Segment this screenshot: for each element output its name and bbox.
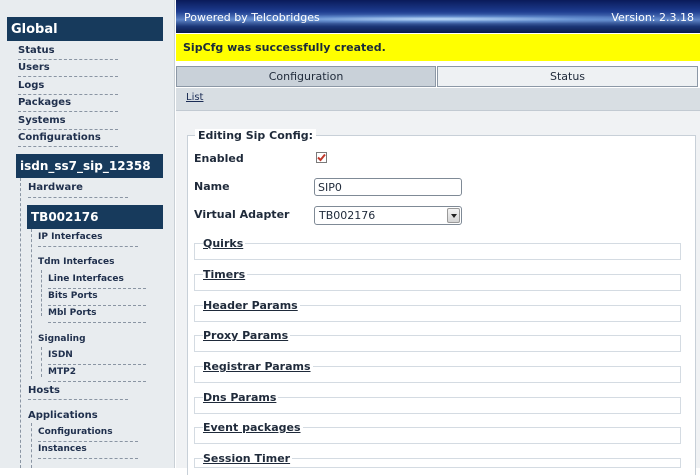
divider — [38, 441, 138, 442]
section-event-packages[interactable]: Event packages — [203, 421, 303, 434]
form-legend: Editing Sip Config: — [195, 129, 317, 142]
section-quirks[interactable]: Quirks — [203, 237, 246, 250]
chevron-down-icon[interactable] — [447, 208, 460, 223]
nav-signaling[interactable]: Signaling — [38, 334, 86, 344]
divider — [28, 399, 128, 400]
tree-line — [41, 270, 42, 316]
nav-applications[interactable]: Applications — [28, 410, 98, 421]
tree-line — [41, 347, 42, 377]
enabled-checkbox[interactable] — [316, 152, 327, 163]
section-timers[interactable]: Timers — [203, 268, 248, 281]
global-header: Global — [7, 17, 163, 41]
divider — [28, 197, 128, 198]
nav-status[interactable]: Status — [18, 45, 55, 56]
divider — [38, 246, 138, 247]
section-dns-params[interactable]: Dns Params — [203, 391, 279, 404]
tree-line — [20, 178, 21, 468]
divider — [18, 146, 118, 147]
tree-line — [31, 423, 32, 468]
nav-systems[interactable]: Systems — [18, 115, 66, 126]
version-text: Version: 2.3.18 — [611, 11, 694, 24]
nav-line-interfaces[interactable]: Line Interfaces — [48, 274, 124, 284]
divider — [48, 364, 146, 365]
tab-status-label: Status — [549, 70, 586, 83]
host-header[interactable]: TB002176 — [27, 205, 163, 229]
divider — [48, 381, 146, 382]
name-label: Name — [194, 180, 230, 193]
section-proxy-params[interactable]: Proxy Params — [203, 329, 291, 342]
divider — [18, 59, 118, 60]
nav-ip-interfaces[interactable]: IP Interfaces — [38, 232, 102, 242]
checkmark-icon — [317, 153, 326, 162]
nav-packages[interactable]: Packages — [18, 97, 71, 108]
adapter-label: Virtual Adapter — [194, 208, 290, 221]
virtual-adapter-select[interactable]: TB002176 — [314, 206, 462, 225]
nav-tdm-interfaces[interactable]: Tdm Interfaces — [38, 257, 114, 267]
divider — [48, 288, 146, 289]
enabled-label: Enabled — [194, 152, 244, 165]
section-registrar-params[interactable]: Registrar Params — [203, 360, 313, 373]
tree-line — [31, 229, 32, 379]
nav-hosts[interactable]: Hosts — [28, 385, 60, 396]
tab-configuration[interactable]: Configuration — [176, 66, 436, 87]
nav-isdn[interactable]: ISDN — [48, 350, 73, 360]
nav-users[interactable]: Users — [18, 62, 50, 73]
divider — [18, 94, 118, 95]
sidebar: Global Status Users Logs Packages System… — [0, 0, 175, 468]
sub-toolbar: List — [176, 88, 700, 111]
tab-configuration-label: Configuration — [268, 70, 344, 83]
powered-by-text: Powered by Telcobridges — [184, 11, 320, 24]
host-title: TB002176 — [31, 210, 99, 224]
top-banner: Powered by Telcobridges Version: 2.3.18 — [176, 0, 700, 33]
divider — [18, 129, 118, 130]
section-timers-box — [194, 274, 681, 291]
name-field[interactable] — [314, 178, 462, 196]
divider — [48, 305, 146, 306]
list-link[interactable]: List — [186, 92, 203, 103]
section-quirks-box — [194, 243, 681, 260]
section-header-params[interactable]: Header Params — [203, 299, 300, 312]
nav-app-configurations[interactable]: Configurations — [38, 427, 113, 437]
nav-mbl-ports[interactable]: Mbl Ports — [48, 308, 97, 318]
success-text: SipCfg was successfully created. — [183, 41, 386, 54]
nav-instances[interactable]: Instances — [38, 444, 87, 454]
config-title: isdn_ss7_sip_12358 — [20, 159, 151, 173]
config-header[interactable]: isdn_ss7_sip_12358 — [16, 154, 163, 178]
section-session-timer[interactable]: Session Timer — [203, 452, 293, 465]
success-message: SipCfg was successfully created. — [176, 34, 700, 61]
divider — [18, 76, 118, 77]
global-title: Global — [11, 21, 58, 37]
tab-status[interactable]: Status — [437, 66, 698, 87]
nav-configurations[interactable]: Configurations — [18, 132, 101, 143]
nav-hardware[interactable]: Hardware — [28, 182, 83, 193]
nav-logs[interactable]: Logs — [18, 80, 44, 91]
nav-mtp2[interactable]: MTP2 — [48, 367, 76, 377]
adapter-selected-value: TB002176 — [319, 209, 376, 222]
nav-bits-ports[interactable]: Bits Ports — [48, 291, 98, 301]
divider — [38, 458, 138, 459]
divider — [18, 111, 118, 112]
divider — [48, 322, 146, 323]
